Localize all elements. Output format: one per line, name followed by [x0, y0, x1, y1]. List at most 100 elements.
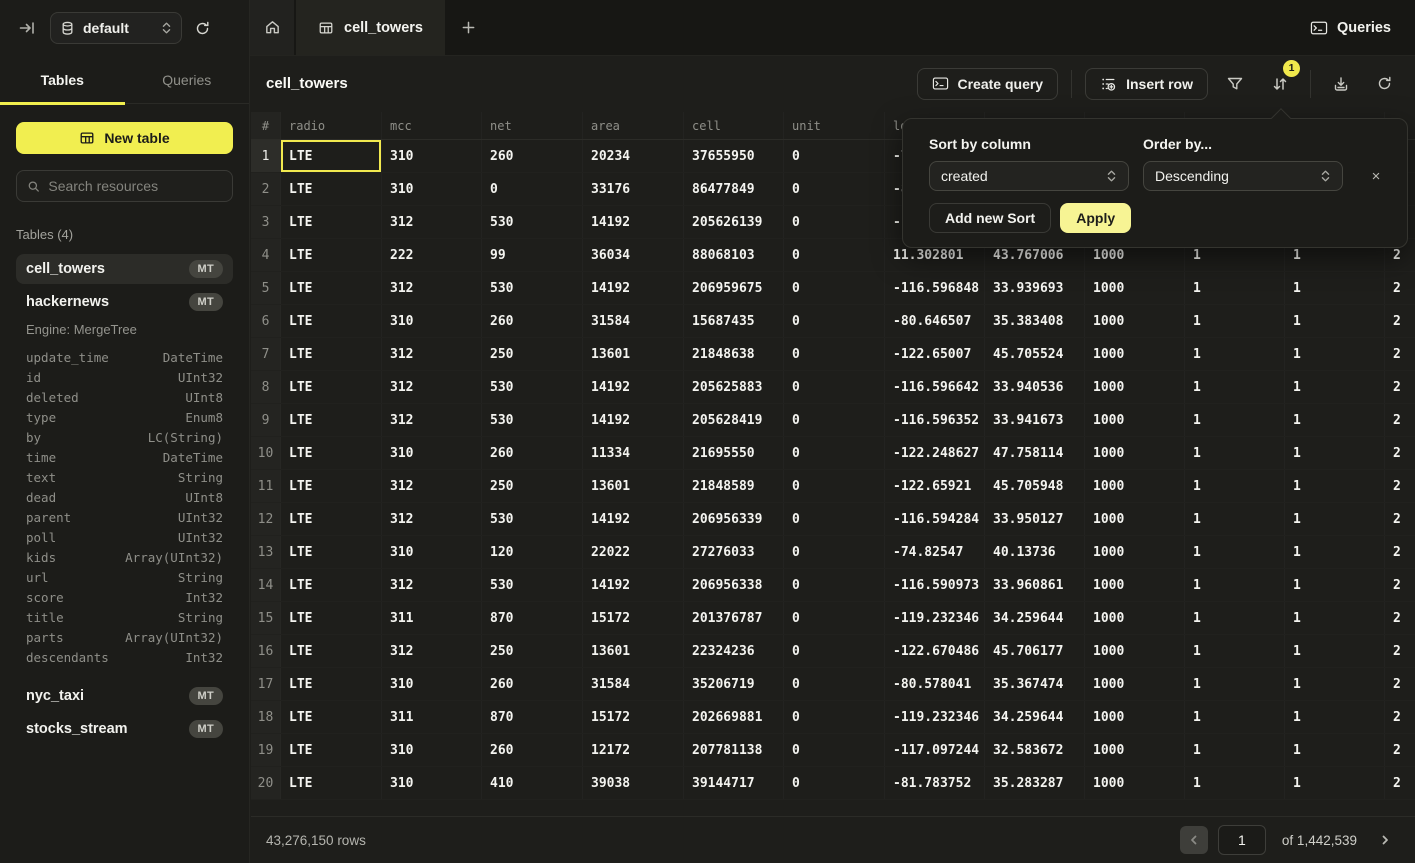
cell[interactable]: 1000: [1085, 437, 1185, 469]
cell[interactable]: 0: [784, 701, 885, 733]
cell[interactable]: 312: [382, 503, 482, 535]
cell[interactable]: 0: [784, 206, 885, 238]
home-tab[interactable]: [250, 0, 294, 55]
row-number[interactable]: 16: [251, 635, 281, 667]
cell[interactable]: LTE: [281, 668, 382, 700]
sidebar-table-cell_towers[interactable]: cell_towersMT: [16, 254, 233, 284]
cell[interactable]: 311: [382, 602, 482, 634]
cell[interactable]: 311: [382, 701, 482, 733]
cell[interactable]: LTE: [281, 371, 382, 403]
cell[interactable]: 0: [784, 239, 885, 271]
cell[interactable]: 1: [1185, 767, 1285, 799]
row-number[interactable]: 11: [251, 470, 281, 502]
cell[interactable]: 33176: [583, 173, 684, 205]
cell[interactable]: 31584: [583, 305, 684, 337]
cell[interactable]: 310: [382, 437, 482, 469]
cell[interactable]: 39144717: [684, 767, 784, 799]
filter-button[interactable]: [1218, 67, 1252, 101]
row-number[interactable]: 18: [251, 701, 281, 733]
cell[interactable]: -80.646507: [885, 305, 985, 337]
cell[interactable]: 12172: [583, 734, 684, 766]
cell[interactable]: 1: [1185, 272, 1285, 304]
cell[interactable]: 260: [482, 305, 583, 337]
cell[interactable]: LTE: [281, 206, 382, 238]
cell[interactable]: -117.097244: [885, 734, 985, 766]
cell[interactable]: 35206719: [684, 668, 784, 700]
cell[interactable]: 2: [1385, 272, 1415, 304]
cell[interactable]: 250: [482, 470, 583, 502]
cell[interactable]: 207781138: [684, 734, 784, 766]
cell[interactable]: 35.283287: [985, 767, 1085, 799]
cell[interactable]: 22324236: [684, 635, 784, 667]
cell[interactable]: 2: [1385, 734, 1415, 766]
cell[interactable]: 1000: [1085, 503, 1185, 535]
cell[interactable]: 47.758114: [985, 437, 1085, 469]
collapse-sidebar-icon[interactable]: [18, 19, 36, 37]
cell[interactable]: 1: [1285, 404, 1385, 436]
sidebar-table-hackernews[interactable]: hackernewsMT: [16, 287, 233, 317]
row-number[interactable]: 12: [251, 503, 281, 535]
row-number[interactable]: 13: [251, 536, 281, 568]
cell[interactable]: 1: [1185, 503, 1285, 535]
cell[interactable]: 13601: [583, 338, 684, 370]
cell[interactable]: LTE: [281, 173, 382, 205]
cell[interactable]: 0: [784, 668, 885, 700]
cell[interactable]: 1000: [1085, 338, 1185, 370]
cell[interactable]: 205626139: [684, 206, 784, 238]
cell[interactable]: 1: [1185, 536, 1285, 568]
cell[interactable]: 1: [1285, 767, 1385, 799]
cell[interactable]: 14192: [583, 371, 684, 403]
cell[interactable]: 21695550: [684, 437, 784, 469]
cell[interactable]: 1000: [1085, 569, 1185, 601]
cell[interactable]: 1: [1285, 503, 1385, 535]
cell[interactable]: 120: [482, 536, 583, 568]
cell[interactable]: 2: [1385, 437, 1415, 469]
cell[interactable]: 99: [482, 239, 583, 271]
cell[interactable]: 1: [1185, 734, 1285, 766]
cell[interactable]: 11334: [583, 437, 684, 469]
cell[interactable]: 260: [482, 668, 583, 700]
cell[interactable]: 205628419: [684, 404, 784, 436]
cell[interactable]: 2: [1385, 404, 1415, 436]
cell[interactable]: 1000: [1085, 305, 1185, 337]
cell[interactable]: 2: [1385, 470, 1415, 502]
cell[interactable]: 33.940536: [985, 371, 1085, 403]
cell[interactable]: 2: [1385, 503, 1415, 535]
cell[interactable]: 2: [1385, 338, 1415, 370]
cell[interactable]: 1: [1185, 668, 1285, 700]
row-number[interactable]: 4: [251, 239, 281, 271]
sort-button[interactable]: 1: [1263, 67, 1297, 101]
cell[interactable]: 312: [382, 371, 482, 403]
cell[interactable]: 36034: [583, 239, 684, 271]
cell[interactable]: 1: [1285, 602, 1385, 634]
cell[interactable]: 0: [784, 470, 885, 502]
search-input[interactable]: [48, 178, 222, 194]
cell[interactable]: 260: [482, 140, 583, 172]
row-number[interactable]: 2: [251, 173, 281, 205]
cell[interactable]: LTE: [281, 536, 382, 568]
column-header-net[interactable]: net: [482, 112, 583, 139]
cell[interactable]: LTE: [281, 305, 382, 337]
sidebar-table-stocks_stream[interactable]: stocks_streamMT: [16, 714, 233, 744]
cell[interactable]: 312: [382, 404, 482, 436]
remove-sort-button[interactable]: ×: [1365, 168, 1387, 185]
cell[interactable]: 1: [1285, 437, 1385, 469]
cell[interactable]: 21848638: [684, 338, 784, 370]
cell[interactable]: 410: [482, 767, 583, 799]
cell[interactable]: 13601: [583, 470, 684, 502]
cell[interactable]: 1: [1185, 701, 1285, 733]
cell[interactable]: 1: [1285, 338, 1385, 370]
cell[interactable]: LTE: [281, 338, 382, 370]
cell[interactable]: 15172: [583, 602, 684, 634]
refresh-database-icon[interactable]: [194, 20, 211, 37]
cell[interactable]: -116.596352: [885, 404, 985, 436]
cell[interactable]: 0: [784, 338, 885, 370]
cell[interactable]: 2: [1385, 569, 1415, 601]
cell[interactable]: 45.706177: [985, 635, 1085, 667]
cell[interactable]: 1: [1285, 635, 1385, 667]
cell[interactable]: -116.590973: [885, 569, 985, 601]
cell[interactable]: 310: [382, 734, 482, 766]
database-selector[interactable]: default: [50, 12, 182, 44]
cell[interactable]: 0: [784, 437, 885, 469]
cell[interactable]: 1: [1185, 470, 1285, 502]
